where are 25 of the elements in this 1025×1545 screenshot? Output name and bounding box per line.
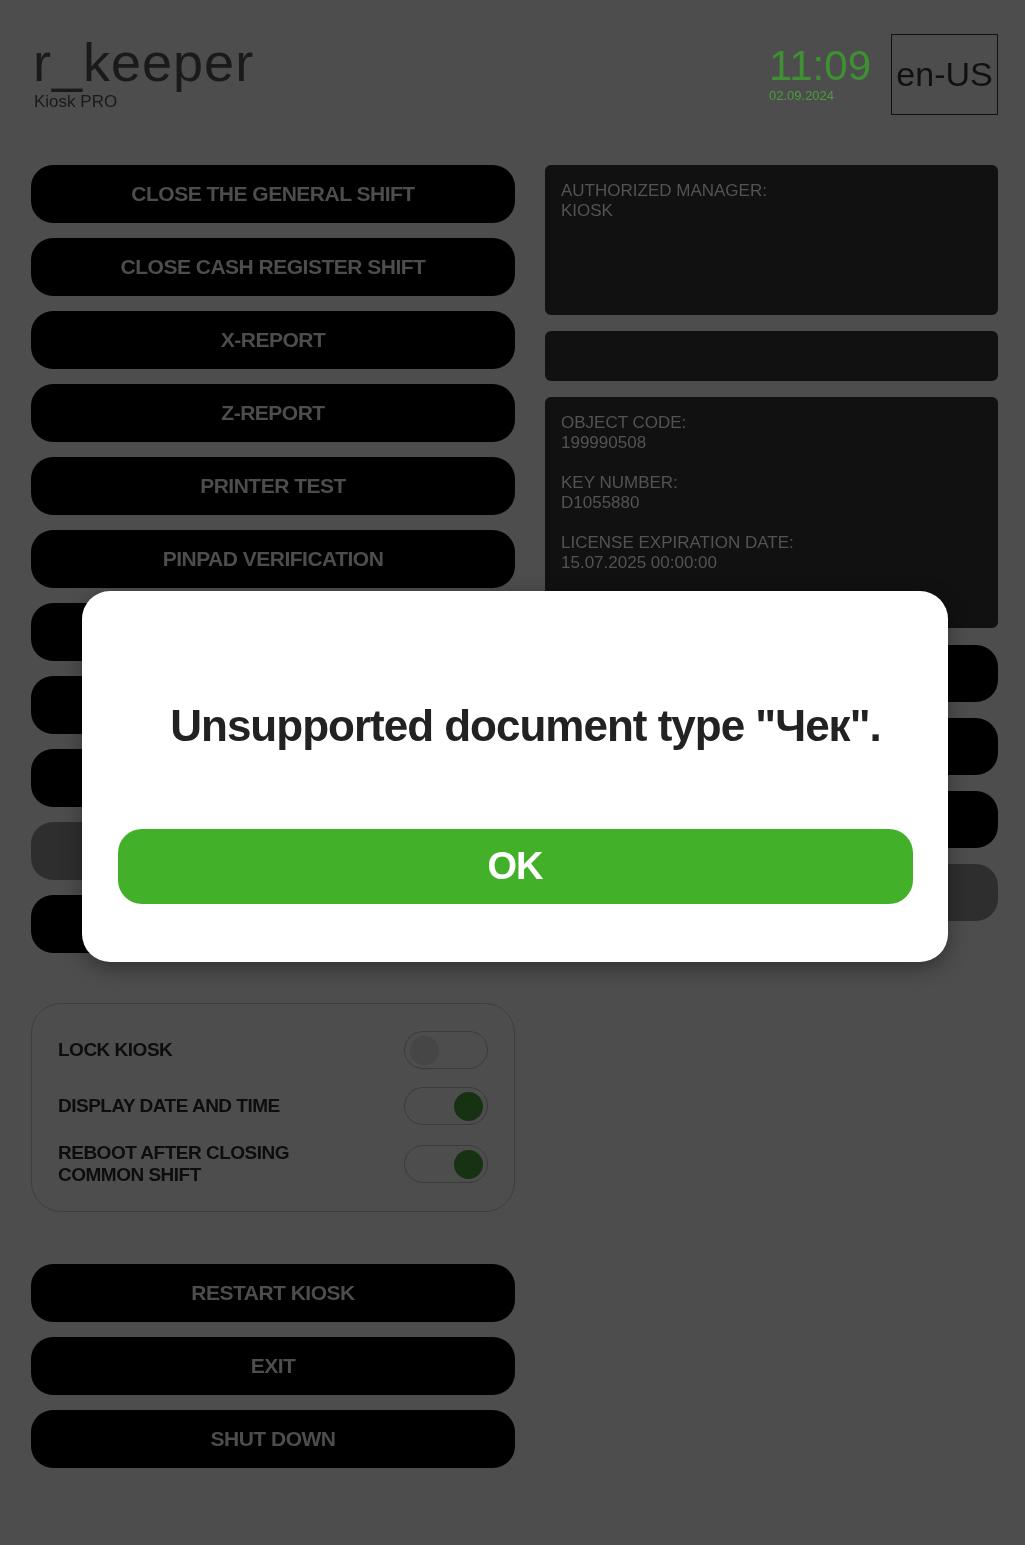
field-value: KIOSK — [561, 201, 614, 221]
field-value: D1055880 — [561, 493, 641, 513]
action-button[interactable]: EXIT — [31, 1337, 515, 1395]
action-button[interactable]: PRINTER TEST — [31, 457, 515, 515]
clock-time: 11:09 — [769, 44, 871, 88]
action-button[interactable]: PINPAD VERIFICATION — [31, 530, 515, 588]
ok-button[interactable]: OK — [117, 829, 913, 904]
dialog-message: Unsupported document type "Чек". — [170, 701, 881, 751]
action-button[interactable]: SHUT DOWN — [31, 1410, 515, 1468]
action-button[interactable]: RESTART KIOSK — [31, 1264, 515, 1322]
clock-date: 02.09.2024 — [769, 88, 836, 103]
setting-label: REBOOT AFTER CLOSING COMMON SHIFT — [58, 1142, 291, 1186]
setting-label: LOCK KIOSK — [58, 1039, 174, 1061]
field-label: KEY NUMBER: — [561, 473, 679, 493]
action-button[interactable]: X-REPORT — [31, 311, 515, 369]
field-value: 199990508 — [561, 433, 648, 453]
field-label: AUTHORIZED MANAGER: — [561, 181, 768, 201]
field-label: OBJECT CODE: — [561, 413, 688, 433]
field-label: LICENSE EXPIRATION DATE: — [561, 533, 795, 553]
action-button[interactable]: CLOSE THE GENERAL SHIFT — [31, 165, 515, 223]
field-value: 15.07.2025 00:00:00 — [561, 553, 718, 573]
action-button[interactable]: CLOSE CASH REGISTER SHIFT — [31, 238, 515, 296]
language-button[interactable]: en-US — [891, 34, 998, 115]
setting-label: DISPLAY DATE AND TIME — [58, 1095, 281, 1117]
action-button[interactable]: Z-REPORT — [31, 384, 515, 442]
